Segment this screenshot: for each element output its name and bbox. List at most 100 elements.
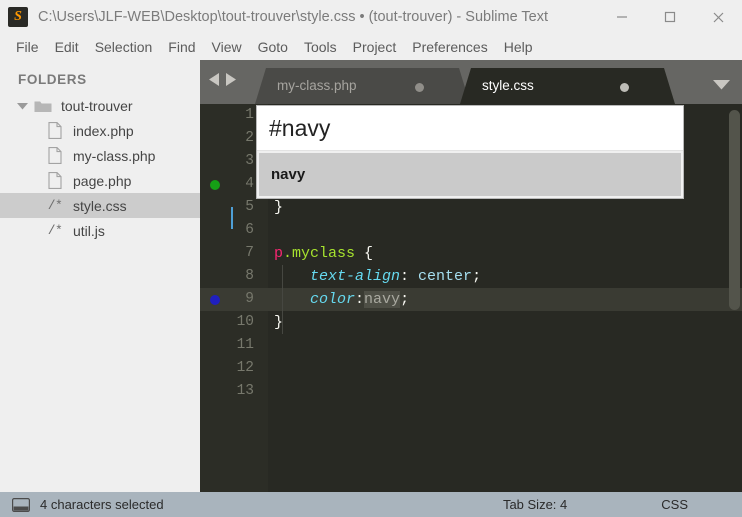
tab-dirty-dot-icon[interactable] xyxy=(415,83,424,92)
editor-line[interactable]: 5 } xyxy=(200,196,742,219)
line-number: 13 xyxy=(236,383,254,399)
editor-line-current[interactable]: 9 color:navy; xyxy=(200,288,742,311)
window-title: C:\Users\JLF-WEB\Desktop\tout-trouver\st… xyxy=(38,9,549,25)
arrow-left-icon[interactable] xyxy=(208,72,221,87)
page-icon xyxy=(44,122,66,139)
autocomplete-input-value: #navy xyxy=(269,114,331,141)
status-selection-text: 4 characters selected xyxy=(40,497,164,512)
comment-glyph: /* xyxy=(47,198,63,213)
line-number: 10 xyxy=(236,314,254,330)
autocomplete-popup[interactable]: #navy navy xyxy=(256,105,684,199)
comment-glyph: /* xyxy=(47,223,63,238)
line-code: text-align: center; xyxy=(310,268,482,285)
sublime-text-logo-icon: S xyxy=(8,7,28,27)
line-code: } xyxy=(274,314,284,331)
line-number: 9 xyxy=(245,291,254,307)
line-number: 5 xyxy=(245,199,254,215)
line-code: p.myclass { xyxy=(274,245,374,262)
menu-item-find[interactable]: Find xyxy=(160,37,203,57)
bookmark-marker-green-icon[interactable] xyxy=(210,180,220,190)
menu-item-edit[interactable]: Edit xyxy=(47,37,87,57)
tab-bar: my-class.php style.css xyxy=(200,60,742,104)
tab-my-class-php[interactable]: my-class.php xyxy=(255,68,470,104)
menu-item-preferences[interactable]: Preferences xyxy=(404,37,495,57)
editor-line[interactable]: 12 xyxy=(200,357,742,380)
title-bar: S C:\Users\JLF-WEB\Desktop\tout-trouver\… xyxy=(0,0,742,34)
window-controls xyxy=(598,0,742,34)
tab-nav-arrows xyxy=(208,72,237,87)
editor-line[interactable]: 13 xyxy=(200,380,742,403)
line-number: 11 xyxy=(236,337,254,353)
sidebar-file-index-php[interactable]: index.php xyxy=(0,118,200,143)
sidebar-file-style-css[interactable]: /* style.css xyxy=(0,193,200,218)
chevron-down-icon xyxy=(713,80,730,90)
code-editor[interactable]: 1 2 3 4 5 } 6 7 p.myclass {8 text-align… xyxy=(200,104,742,492)
text-cursor xyxy=(231,207,233,229)
tab-style-css[interactable]: style.css xyxy=(460,68,675,104)
menu-item-help[interactable]: Help xyxy=(496,37,541,57)
sidebar-file-label: index.php xyxy=(73,122,134,139)
menu-item-project[interactable]: Project xyxy=(345,37,405,57)
sidebar-file-my-class-php[interactable]: my-class.php xyxy=(0,143,200,168)
sidebar: FOLDERS tout-trouver index.php my-class.… xyxy=(0,60,200,492)
maximize-button[interactable] xyxy=(646,0,694,34)
tab-list-dropdown-button[interactable] xyxy=(713,77,730,95)
page-icon xyxy=(44,172,66,189)
menu-item-tools[interactable]: Tools xyxy=(296,37,345,57)
status-tab-size[interactable]: Tab Size: 4 xyxy=(503,497,567,512)
editor-line[interactable]: 11 xyxy=(200,334,742,357)
folder-icon xyxy=(32,99,54,113)
line-number: 8 xyxy=(245,268,254,284)
line-number: 6 xyxy=(245,222,254,238)
menu-item-file[interactable]: File xyxy=(8,37,47,57)
maximize-icon xyxy=(664,11,676,23)
comment-file-icon: /* xyxy=(44,223,66,238)
sidebar-file-label: my-class.php xyxy=(73,147,156,164)
editor-line[interactable]: 6 xyxy=(200,219,742,242)
autocomplete-item-navy[interactable]: navy xyxy=(259,153,681,196)
minimize-icon xyxy=(617,16,627,18)
status-bar: 4 characters selected Tab Size: 4 CSS xyxy=(0,492,742,517)
arrow-right-icon[interactable] xyxy=(224,72,237,87)
sidebar-folder-tout-trouver[interactable]: tout-trouver xyxy=(0,93,200,118)
panel-toggle-icon[interactable] xyxy=(12,497,30,512)
bookmark-marker-blue-icon[interactable] xyxy=(210,295,220,305)
logo-letter: S xyxy=(14,9,22,24)
sidebar-file-label: style.css xyxy=(73,197,127,214)
autocomplete-list: navy xyxy=(257,151,683,198)
sidebar-file-util-js[interactable]: /* util.js xyxy=(0,218,200,243)
page-icon xyxy=(44,147,66,164)
menu-item-goto[interactable]: Goto xyxy=(250,37,296,57)
editor-line[interactable]: 7 p.myclass { xyxy=(200,242,742,265)
selected-text: navy xyxy=(364,291,401,308)
autocomplete-input[interactable]: #navy xyxy=(257,106,683,151)
editor-line[interactable]: 10 } xyxy=(200,311,742,334)
tab-dirty-dot-icon[interactable] xyxy=(620,83,629,92)
menu-bar: File Edit Selection Find View Goto Tools… xyxy=(0,34,742,60)
editor-vertical-scrollbar[interactable] xyxy=(729,110,740,310)
sublime-text-window: S C:\Users\JLF-WEB\Desktop\tout-trouver\… xyxy=(0,0,742,517)
line-number: 12 xyxy=(236,360,254,376)
sidebar-folder-label: tout-trouver xyxy=(61,97,133,114)
comment-file-icon: /* xyxy=(44,198,66,213)
sidebar-file-label: page.php xyxy=(73,172,132,189)
chevron-down-icon[interactable] xyxy=(12,102,32,110)
status-syntax[interactable]: CSS xyxy=(661,497,688,512)
tab-label: my-class.php xyxy=(277,78,357,93)
line-code: color:navy; xyxy=(310,291,410,308)
sidebar-file-label: util.js xyxy=(73,222,105,239)
sidebar-header: FOLDERS xyxy=(18,72,87,87)
line-number: 4 xyxy=(245,176,254,192)
sidebar-file-page-php[interactable]: page.php xyxy=(0,168,200,193)
line-number: 2 xyxy=(245,130,254,146)
close-button[interactable] xyxy=(694,0,742,34)
menu-item-selection[interactable]: Selection xyxy=(87,37,161,57)
line-number: 7 xyxy=(245,245,254,261)
line-number: 3 xyxy=(245,153,254,169)
status-right-group: Tab Size: 4 CSS xyxy=(503,497,742,512)
minimize-button[interactable] xyxy=(598,0,646,34)
editor-line[interactable]: 8 text-align: center; xyxy=(200,265,742,288)
line-code: } xyxy=(274,199,284,216)
menu-item-view[interactable]: View xyxy=(204,37,250,57)
tab-label: style.css xyxy=(482,78,534,93)
